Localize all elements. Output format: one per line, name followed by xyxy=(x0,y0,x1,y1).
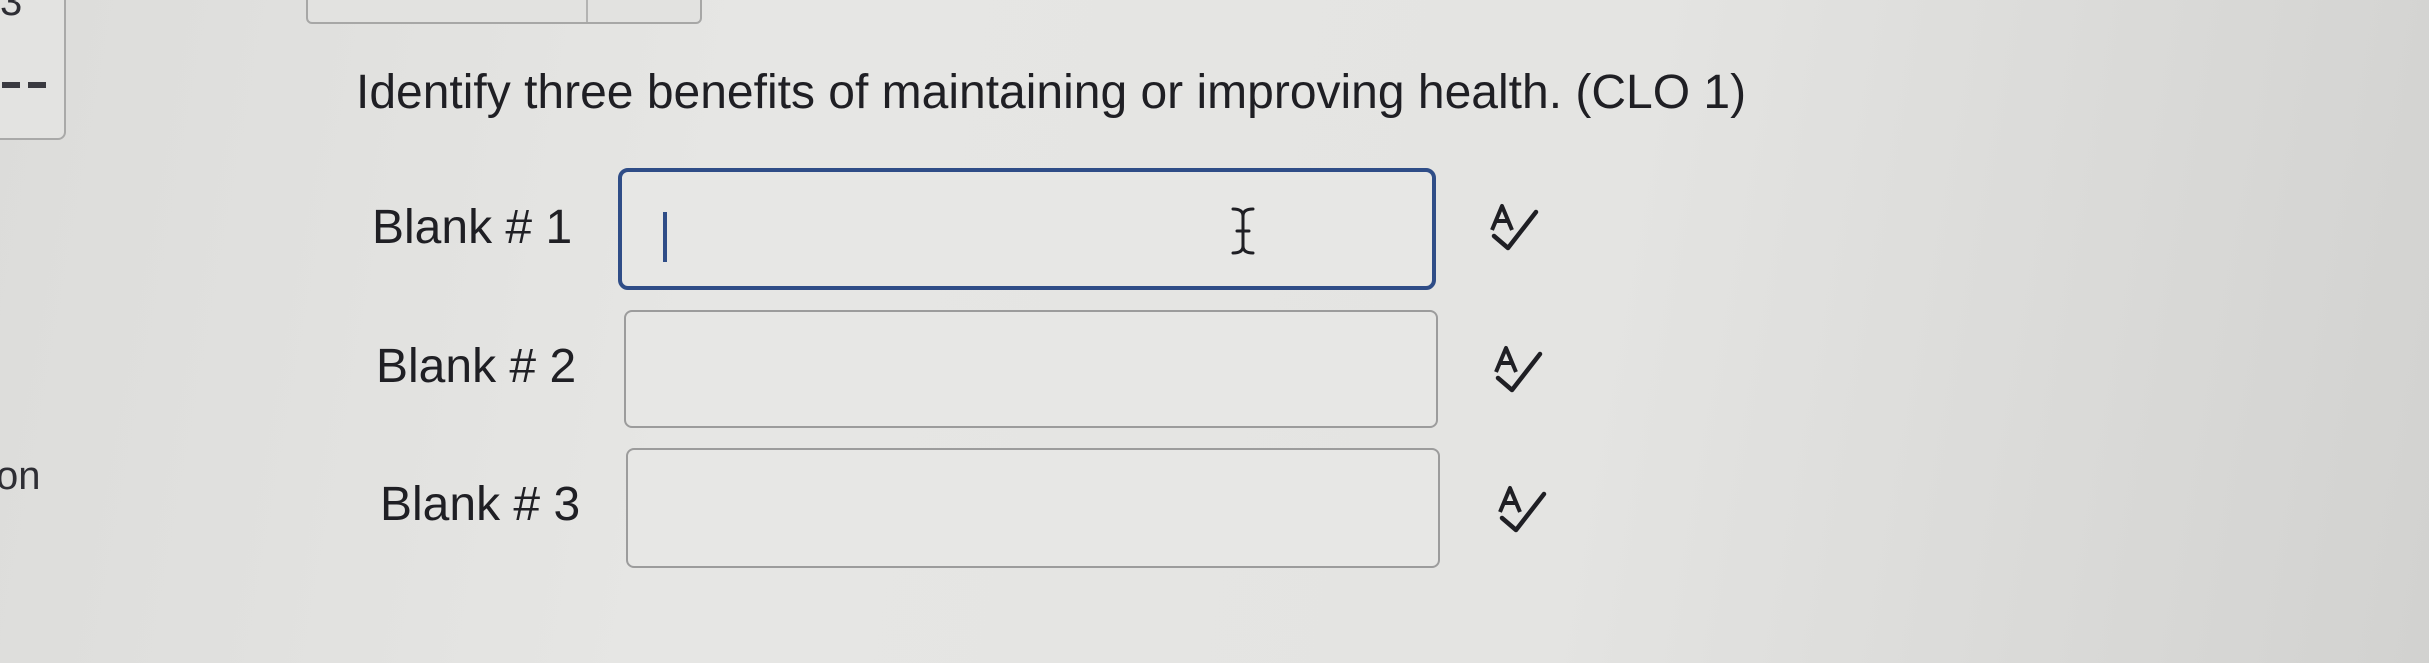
text-caret xyxy=(663,212,667,262)
spellcheck-icon[interactable] xyxy=(1490,344,1550,396)
nav-dash-divider xyxy=(2,82,46,88)
ibeam-cursor-icon xyxy=(1231,207,1255,255)
question-text: Identify three benefits of maintaining o… xyxy=(356,66,1747,119)
blank-3-label: Blank # 3 xyxy=(380,478,581,531)
spellcheck-icon[interactable] xyxy=(1494,484,1554,536)
blank-1-label: Blank # 1 xyxy=(372,201,573,254)
page: { "sidebar": { "question_number": "3", "… xyxy=(0,0,2429,663)
spellcheck-icon[interactable] xyxy=(1486,202,1546,254)
blank-1-input[interactable] xyxy=(618,168,1436,290)
blank-2-label: Blank # 2 xyxy=(376,340,577,393)
top-toolbar-box[interactable] xyxy=(306,0,702,24)
sidebar-partial-label: on xyxy=(0,454,41,498)
blank-2-input[interactable] xyxy=(624,310,1438,428)
question-number: 3 xyxy=(0,0,23,24)
blank-3-input[interactable] xyxy=(626,448,1440,568)
